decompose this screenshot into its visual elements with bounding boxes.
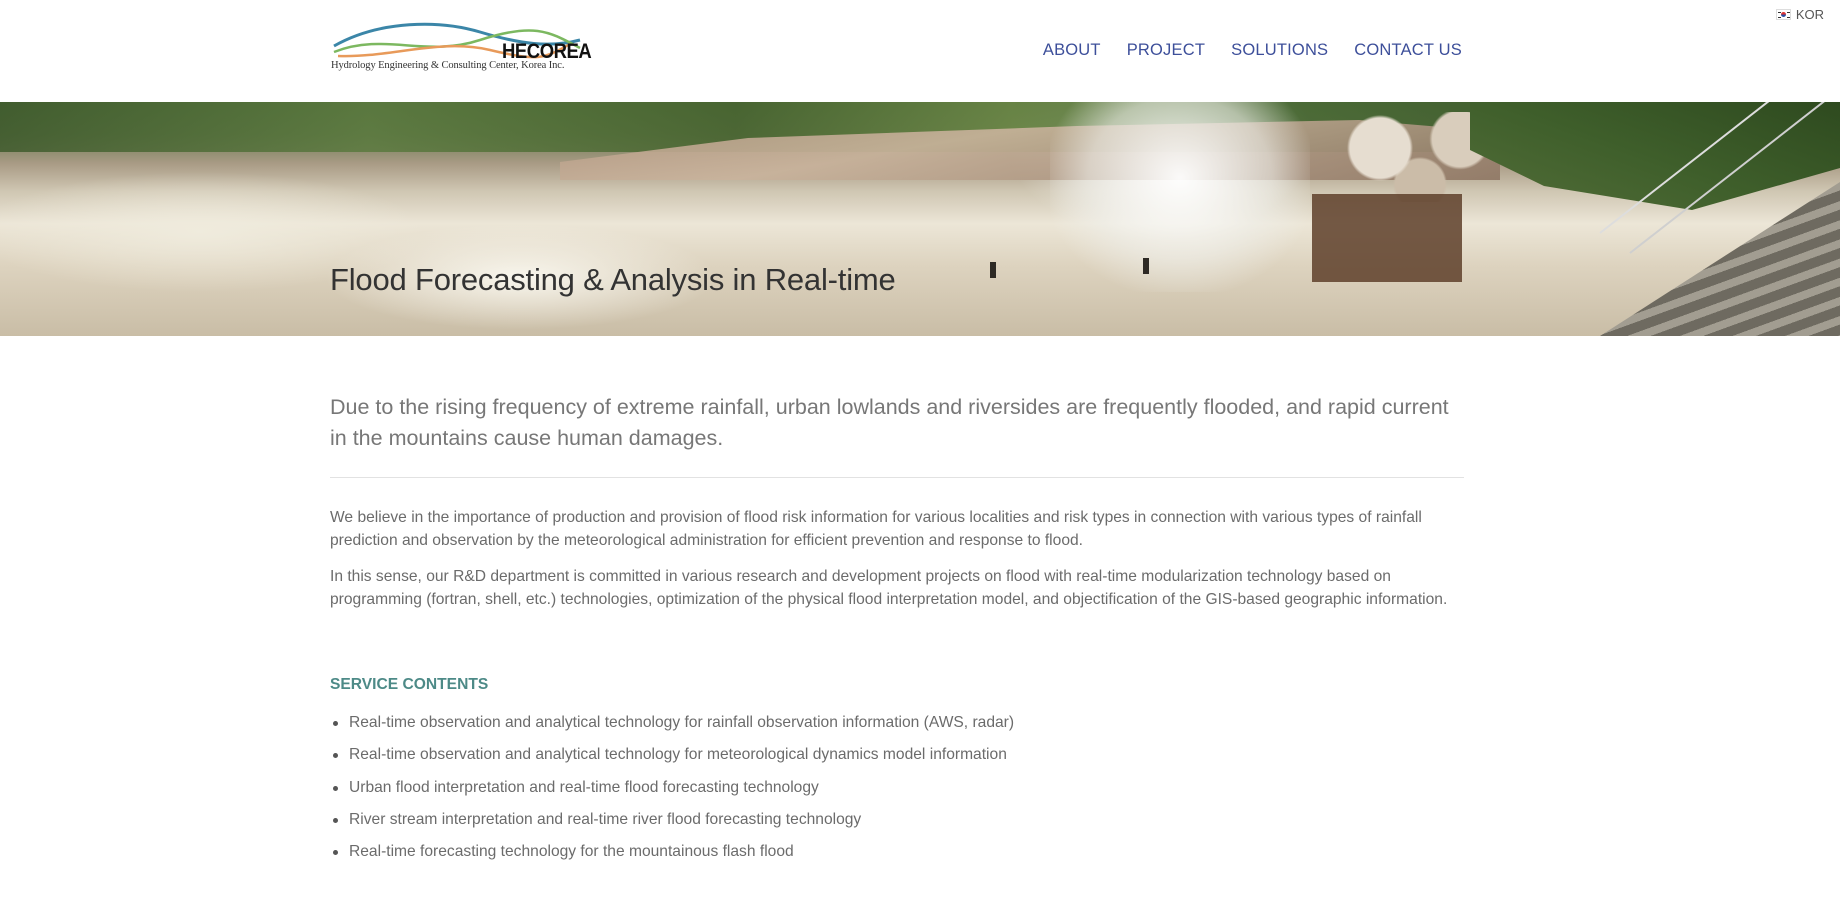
bullet-icon	[333, 721, 338, 726]
bullet-icon	[333, 817, 338, 823]
list-item-text: River stream interpretation and real-tim…	[349, 810, 862, 828]
list-item-text: Real-time observation and analytical tec…	[349, 714, 1015, 731]
hero-image-post	[1143, 258, 1149, 274]
hero-image-splash	[1050, 102, 1310, 292]
list-item: Real-time observation and analytical tec…	[330, 744, 1430, 766]
service-list: Real-time observation and analytical tec…	[330, 712, 1430, 873]
logo-subtitle: Hydrology Engineering & Consulting Cente…	[331, 60, 565, 71]
list-item: Real-time observation and analytical tec…	[330, 712, 1430, 734]
list-item-text: Real-time forecasting technology for the…	[349, 843, 794, 861]
list-item: Real-time forecasting technology for the…	[330, 841, 1430, 863]
main-nav: ABOUT PROJECT SOLUTIONS CONTACT US	[1043, 41, 1462, 60]
bullet-icon	[333, 785, 338, 791]
paragraph-1: We believe in the importance of producti…	[330, 509, 1422, 549]
list-item: Urban flood interpretation and real-time…	[330, 777, 1430, 799]
nav-project[interactable]: PROJECT	[1127, 41, 1205, 60]
list-item: River stream interpretation and real-tim…	[330, 809, 1430, 831]
hero-image-wall	[1312, 194, 1462, 282]
company-logo[interactable]: HECOREA Hydrology Engineering & Consulti…	[330, 18, 592, 76]
list-item-text: Real-time observation and analytical tec…	[349, 746, 1007, 764]
hero-image-greenery	[1470, 102, 1840, 210]
divider	[330, 477, 1464, 478]
nav-solutions[interactable]: SOLUTIONS	[1231, 41, 1328, 60]
list-item-text: Urban flood interpretation and real-time…	[349, 778, 819, 796]
bullet-icon	[333, 753, 338, 759]
nav-contact-us[interactable]: CONTACT US	[1354, 41, 1462, 60]
bullet-icon	[333, 850, 338, 856]
hero-banner: Flood Forecasting & Analysis in Real-tim…	[0, 102, 1840, 336]
service-contents-heading: SERVICE CONTENTS	[330, 676, 489, 693]
site-header: HECOREA Hydrology Engineering & Consulti…	[0, 0, 1840, 102]
hero-image-post	[990, 262, 996, 278]
nav-about[interactable]: ABOUT	[1043, 41, 1101, 60]
intro-text: Due to the rising frequency of extreme r…	[330, 395, 1449, 450]
paragraph-2: In this sense, our R&D department is com…	[330, 568, 1448, 608]
page-title: Flood Forecasting & Analysis in Real-tim…	[330, 262, 896, 297]
